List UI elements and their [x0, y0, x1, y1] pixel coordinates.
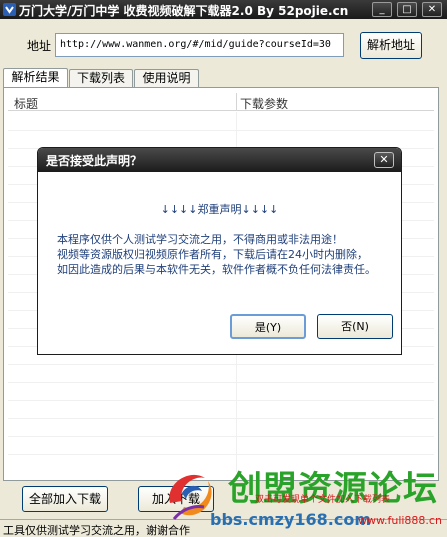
grid-row-line: [8, 382, 434, 383]
address-input[interactable]: http://www.wanmen.org/#/mid/guide?course…: [55, 33, 344, 57]
address-label: 地址: [27, 39, 52, 53]
tab-download-list[interactable]: 下载列表: [69, 69, 133, 88]
dialog-body: ↓↓↓↓郑重声明↓↓↓↓ 本程序仅供个人测试学习交流之用，不得商用或非法用途！ …: [42, 172, 397, 352]
dialog-heading: ↓↓↓↓郑重声明↓↓↓↓: [160, 203, 279, 216]
parse-address-button[interactable]: 解析地址: [360, 32, 422, 59]
column-download-params[interactable]: 下载参数: [240, 95, 288, 112]
window-title: 万门大学/万门中学 收费视频破解下载器2.0 By 52pojie.cn: [19, 4, 349, 18]
maximize-button[interactable]: □: [397, 2, 417, 17]
add-all-download-button[interactable]: 全部加入下载: [22, 486, 108, 512]
dialog-title: 是否接受此声明？: [46, 154, 143, 168]
dialog-message: 本程序仅供个人测试学习交流之用，不得商用或非法用途！ 视频等资源版权归视频原作者…: [57, 232, 376, 277]
title-bar: 万门大学/万门中学 收费视频破解下载器2.0 By 52pojie.cn _ □…: [0, 0, 447, 19]
watermark-url-fuli: www.fuli888.cn: [358, 514, 442, 527]
grid-row-line: [8, 130, 434, 131]
dialog-title-bar: 是否接受此声明？ ✕: [38, 148, 401, 172]
tab-parse-results[interactable]: 解析结果: [3, 68, 68, 88]
watermark-url-bbs: bbs.cmzy168.com: [210, 510, 372, 529]
dialog-line: 如因此造成的后果与本软件无关，软件作者概不负任何法律责任。: [57, 263, 376, 276]
forum-watermark: 创盟资源论坛 双击可发现单个文件加入下载列表 bbs.cmzy168.com w…: [160, 455, 447, 535]
column-title[interactable]: 标题: [14, 95, 38, 112]
list-header: 标题 下载参数: [8, 93, 434, 111]
grid-row-line: [8, 364, 434, 365]
yes-button[interactable]: 是(Y): [230, 314, 306, 339]
tab-instructions[interactable]: 使用说明: [134, 69, 199, 88]
dialog-line: 视频等资源版权归视频原作者所有，下载后请在24小时内删除，: [57, 248, 368, 261]
close-button[interactable]: ✕: [422, 2, 442, 17]
dialog-line: 本程序仅供个人测试学习交流之用，不得商用或非法用途！: [57, 233, 343, 246]
grid-row-line: [8, 400, 434, 401]
disclaimer-dialog: 是否接受此声明？ ✕ ↓↓↓↓郑重声明↓↓↓↓ 本程序仅供个人测试学习交流之用，…: [37, 147, 402, 355]
grid-row-line: [8, 436, 434, 437]
watermark-tagline: 双击可发现单个文件加入下载列表: [255, 495, 391, 505]
grid-row-line: [8, 418, 434, 419]
app-icon: [3, 3, 16, 16]
column-divider[interactable]: [236, 93, 237, 111]
minimize-button[interactable]: _: [372, 2, 392, 17]
dialog-close-button[interactable]: ✕: [374, 152, 394, 168]
no-button[interactable]: 否(N): [317, 314, 393, 339]
